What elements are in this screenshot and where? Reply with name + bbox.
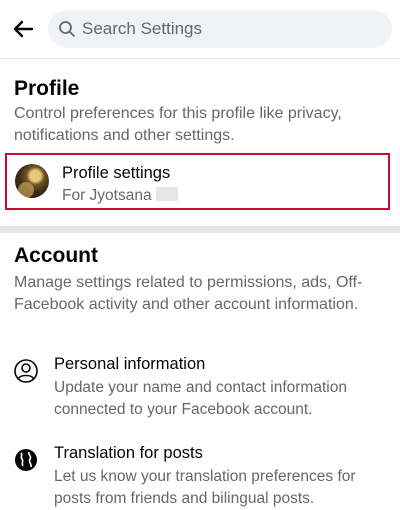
profile-settings-item[interactable]: Profile settings For Jyotsana <box>5 153 390 210</box>
account-section-title: Account <box>14 244 98 267</box>
profile-settings-sublabel: For Jyotsana <box>62 187 152 204</box>
section-divider <box>0 226 400 233</box>
profile-settings-sublabel-row: For Jyotsana <box>62 185 178 207</box>
search-icon <box>59 21 75 37</box>
personal-information-description: Update your name and contact information… <box>54 379 347 418</box>
translation-for-posts-description: Let us know your translation preferences… <box>54 468 356 507</box>
personal-information-label: Personal information <box>54 355 206 373</box>
profile-section-description: Control preferences for this profile lik… <box>14 105 342 144</box>
search-bar[interactable] <box>48 10 392 48</box>
translation-for-posts-label: Translation for posts <box>54 444 203 462</box>
redacted-name-block <box>155 187 178 201</box>
account-section-description: Manage settings related to permissions, … <box>14 274 363 313</box>
top-bar <box>0 0 400 58</box>
search-input[interactable] <box>82 19 372 39</box>
globe-icon <box>13 447 39 473</box>
header-divider <box>0 58 400 59</box>
person-circle-icon <box>13 358 39 384</box>
profile-section-title: Profile <box>14 77 80 100</box>
back-button[interactable] <box>8 14 38 44</box>
profile-settings-label: Profile settings <box>62 164 171 182</box>
avatar <box>15 164 49 198</box>
arrow-left-icon <box>13 20 34 38</box>
